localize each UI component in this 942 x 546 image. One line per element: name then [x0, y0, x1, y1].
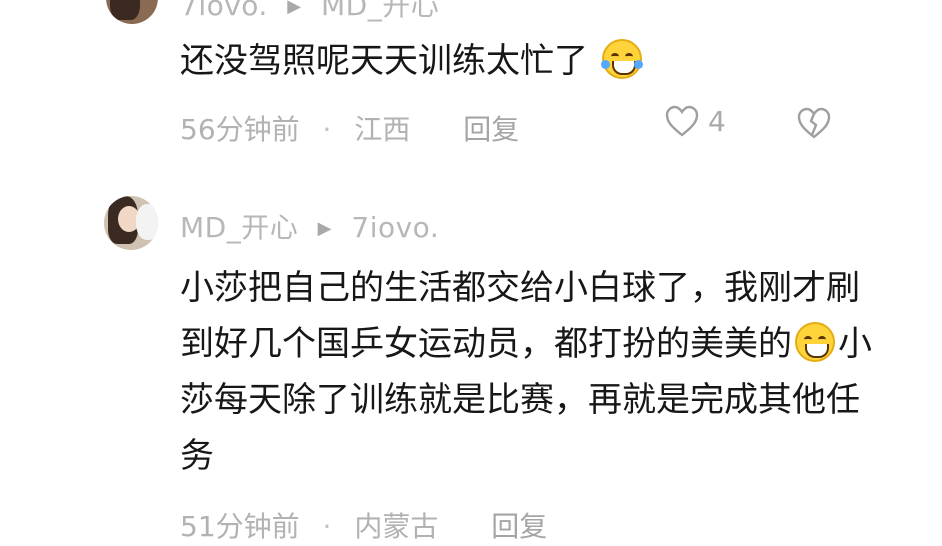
- comment-1-reply-to[interactable]: MD_开心: [321, 0, 439, 22]
- heart-outline-icon: [665, 105, 699, 137]
- comment-1-dislike-button[interactable]: [795, 106, 833, 140]
- reply-triangle-icon: ▶: [317, 218, 332, 239]
- comment-2-location: 内蒙古: [354, 510, 439, 543]
- comment-1-username[interactable]: 7iovo.: [180, 0, 268, 22]
- comment-1-reply-button[interactable]: 回复: [463, 113, 519, 146]
- comment-1-like-count: 4: [708, 104, 726, 138]
- comment-2-reply-button[interactable]: 回复: [491, 510, 547, 543]
- comment-1-like-button[interactable]: 4: [664, 104, 726, 138]
- comment-1-meta: 56分钟前 · 江西 回复: [180, 108, 519, 148]
- comment-2-username[interactable]: MD_开心: [180, 211, 298, 244]
- avatar-dog-shape: [136, 204, 158, 240]
- comment-1-user-line: 7iovo. ▶ MD_开心: [180, 0, 439, 24]
- comment-1-location: 江西: [354, 113, 411, 146]
- comment-2-body-part1: 小莎把自己的生活都交给小白球了，我刚才刷到好几个国乒女运动员，都打扮的美美的: [180, 268, 860, 364]
- broken-heart-icon: [797, 107, 831, 139]
- avatar-top[interactable]: [106, 0, 158, 24]
- comment-2-meta: 51分钟前 · 内蒙古 回复: [180, 505, 547, 545]
- meta-separator: ·: [322, 113, 332, 146]
- avatar-hair-shape: [110, 0, 140, 20]
- meta-separator: ·: [322, 510, 332, 543]
- comment-1-text: 还没驾照呢天天训练太忙了: [180, 33, 645, 89]
- rolling-laughing-emoji-icon: [600, 39, 643, 79]
- comment-2-time: 51分钟前: [180, 510, 300, 543]
- avatar-second[interactable]: [104, 196, 158, 250]
- comment-1-time: 56分钟前: [180, 113, 300, 146]
- grinning-emoji-icon: [795, 322, 835, 362]
- comment-2-text: 小莎把自己的生活都交给小白球了，我刚才刷到好几个国乒女运动员，都打扮的美美的 小…: [180, 260, 880, 484]
- comment-1-body: 还没驾照呢天天训练太忙了: [180, 41, 588, 81]
- comment-2-user-line: MD_开心 ▶ 7iovo.: [180, 206, 439, 246]
- reply-triangle-icon: ▶: [287, 0, 302, 17]
- comment-2-reply-to[interactable]: 7iovo.: [351, 211, 439, 244]
